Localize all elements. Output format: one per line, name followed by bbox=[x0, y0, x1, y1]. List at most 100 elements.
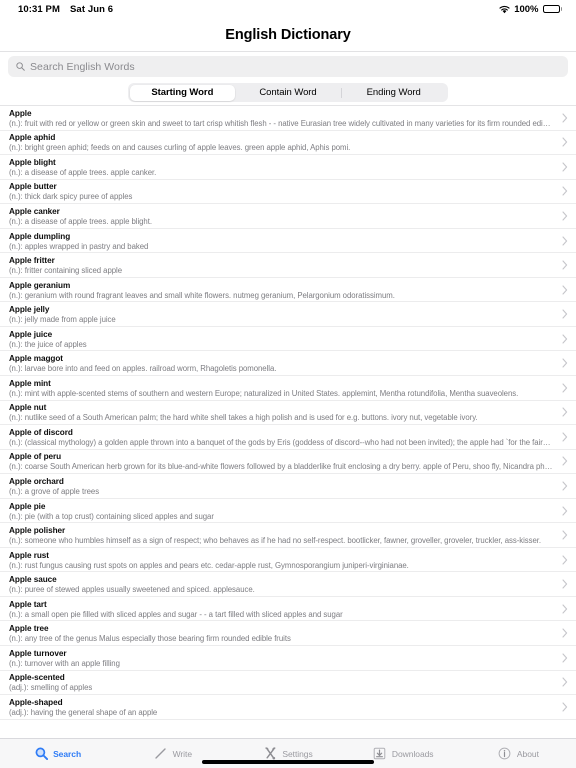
chevron-right-icon[interactable] bbox=[562, 309, 568, 319]
entry-definition: (n.): a disease of apple trees. apple bl… bbox=[9, 216, 152, 226]
entry-definition: (n.): mint with apple-scented stems of s… bbox=[9, 388, 519, 398]
chevron-right-icon[interactable] bbox=[562, 285, 568, 295]
info-circle-icon bbox=[498, 747, 512, 761]
entry-word: Apple geranium bbox=[9, 280, 71, 290]
chevron-right-icon[interactable] bbox=[562, 358, 568, 368]
chevron-right-icon[interactable] bbox=[562, 211, 568, 221]
word-list[interactable]: Apple (n.): fruit with red or yellow or g… bbox=[0, 106, 576, 738]
chevron-right-icon[interactable] bbox=[562, 579, 568, 589]
chevron-right-icon[interactable] bbox=[562, 677, 568, 687]
tab-about[interactable]: About bbox=[461, 739, 576, 768]
entry-definition: (n.): bright green aphid; feeds on and c… bbox=[9, 143, 351, 153]
chevron-right-icon[interactable] bbox=[562, 530, 568, 540]
chevron-right-icon[interactable] bbox=[562, 334, 568, 344]
segment-ending-word[interactable]: Ending Word bbox=[340, 85, 447, 101]
chevron-right-icon[interactable] bbox=[562, 604, 568, 614]
entry-word: Apple butter bbox=[9, 182, 57, 192]
entry-definition: (n.): coarse South American herb grown f… bbox=[9, 462, 554, 472]
status-bar-left: 10:31 PM Sat Jun 6 bbox=[18, 4, 113, 15]
chevron-right-icon[interactable] bbox=[562, 162, 568, 172]
entry-definition: (n.): a small open pie filled with slice… bbox=[9, 609, 343, 619]
chevron-right-icon[interactable] bbox=[562, 383, 568, 393]
entry-word: Apple polisher bbox=[9, 526, 66, 536]
chevron-right-icon[interactable] bbox=[562, 481, 568, 491]
segment-contain-word[interactable]: Contain Word bbox=[235, 85, 341, 101]
list-item[interactable]: Apple sauce (n.): puree of stewed apples … bbox=[0, 572, 576, 597]
segment-starting-word[interactable]: Starting Word bbox=[129, 84, 236, 101]
list-item[interactable]: Apple polisher (n.): someone who humbles … bbox=[0, 523, 576, 548]
tab-search[interactable]: Search bbox=[0, 739, 115, 768]
chevron-right-icon[interactable] bbox=[562, 702, 568, 712]
entry-definition: (n.): apples wrapped in pastry and baked bbox=[9, 241, 149, 251]
list-item[interactable]: Apple butter (n.): thick dark spicy puree… bbox=[0, 179, 576, 205]
search-input[interactable]: Search English Words bbox=[8, 56, 568, 77]
tab-label-search: Search bbox=[53, 748, 82, 759]
list-item[interactable]: Apple juice (n.): the juice of apples bbox=[0, 326, 576, 352]
list-item[interactable]: Apple fritter (n.): fritter containing sl… bbox=[0, 253, 576, 278]
list-item[interactable]: Apple orchard (n.): a grove of apple tree… bbox=[0, 474, 576, 499]
entry-definition: (n.): thick dark spicy puree of apples bbox=[9, 192, 133, 202]
chevron-right-icon[interactable] bbox=[562, 186, 568, 196]
list-item[interactable]: Apple-scented (adj.): smelling of apples bbox=[0, 670, 576, 696]
app-root: 10:31 PM Sat Jun 6 100% English Dictiona… bbox=[0, 0, 576, 768]
list-item[interactable]: Apple-shaped (adj.): having the general s… bbox=[0, 695, 576, 720]
entry-word: Apple blight bbox=[9, 157, 56, 167]
tab-label-write: Write bbox=[172, 748, 193, 759]
entry-word: Apple nut bbox=[9, 403, 47, 413]
chevron-right-icon[interactable] bbox=[562, 235, 568, 246]
chevron-right-icon[interactable] bbox=[562, 407, 568, 417]
entry-definition: (adj.): smelling of apples bbox=[9, 683, 93, 693]
entry-definition: (n.): rust fungus causing rust spots on … bbox=[9, 560, 409, 570]
chevron-right-icon[interactable] bbox=[562, 137, 568, 147]
list-item[interactable]: Apple mint (n.): mint with apple-scented … bbox=[0, 376, 576, 401]
list-item[interactable]: Apple dumpling (n.): apples wrapped in pa… bbox=[0, 228, 576, 254]
list-item[interactable]: Apple rust (n.): rust fungus causing rust… bbox=[0, 547, 576, 573]
entry-definition: (n.): pie (with a top crust) containing … bbox=[9, 511, 214, 521]
entry-definition: (n.): fritter containing sliced apple bbox=[9, 266, 122, 276]
search-mode-segmented-control[interactable]: Starting Word Contain Word Ending Word bbox=[128, 83, 448, 102]
list-item[interactable]: Apple tart (n.): a small open pie filled … bbox=[0, 596, 576, 622]
list-item[interactable]: Apple aphid (n.): bright green aphid; fee… bbox=[0, 130, 576, 156]
chevron-right-icon[interactable] bbox=[562, 505, 568, 516]
entry-word: Apple sauce bbox=[9, 575, 57, 585]
list-item[interactable]: Apple (n.): fruit with red or yellow or g… bbox=[0, 106, 576, 131]
search-bar-container: Search English Words bbox=[0, 52, 576, 80]
status-time: 10:31 PM bbox=[18, 3, 60, 15]
list-item[interactable]: Apple blight (n.): a disease of apple tre… bbox=[0, 155, 576, 180]
chevron-right-icon[interactable] bbox=[562, 555, 568, 565]
entry-word: Apple canker bbox=[9, 206, 60, 216]
chevron-right-icon[interactable] bbox=[562, 260, 568, 270]
entry-word: Apple rust bbox=[9, 550, 49, 560]
entry-definition: (adj.): having the general shape of an a… bbox=[9, 707, 158, 717]
search-icon bbox=[16, 62, 25, 71]
entry-definition: (n.): turnover with an apple filling bbox=[9, 658, 120, 668]
list-item[interactable]: Apple tree (n.): any tree of the genus Ma… bbox=[0, 621, 576, 647]
battery-full-icon bbox=[542, 4, 562, 14]
list-item[interactable]: Apple turnover (n.): turnover with an app… bbox=[0, 646, 576, 671]
tab-label-downloads: Downloads bbox=[391, 748, 434, 759]
list-item[interactable]: Apple pie (n.): pie (with a top crust) co… bbox=[0, 498, 576, 524]
list-item[interactable]: Apple canker (n.): a disease of apple tre… bbox=[0, 204, 576, 229]
page-title: English Dictionary bbox=[225, 26, 351, 43]
entry-word: Apple jelly bbox=[9, 305, 50, 315]
chevron-right-icon[interactable] bbox=[562, 432, 568, 442]
list-item[interactable]: Apple geranium (n.): geranium with round … bbox=[0, 277, 576, 303]
list-item[interactable]: Apple of peru (n.): coarse South American… bbox=[0, 449, 576, 475]
entry-word: Apple tree bbox=[9, 624, 49, 634]
segmented-control-container: Starting Word Contain Word Ending Word bbox=[0, 80, 576, 106]
entry-definition: (n.): geranium with round fragrant leave… bbox=[9, 290, 395, 300]
chevron-right-icon[interactable] bbox=[562, 628, 568, 638]
list-item[interactable]: Apple maggot (n.): larvae bore into and f… bbox=[0, 351, 576, 377]
list-item[interactable]: Apple of discord (n.): (classical mytholo… bbox=[0, 425, 576, 450]
list-item[interactable]: Apple jelly (n.): jelly made from apple j… bbox=[0, 302, 576, 327]
entry-word: Apple-shaped bbox=[9, 697, 63, 707]
entry-word: Apple maggot bbox=[9, 354, 63, 364]
entry-definition: (n.): fruit with red or yellow or green … bbox=[9, 118, 554, 128]
chevron-right-icon[interactable] bbox=[562, 113, 568, 123]
chevron-right-icon[interactable] bbox=[562, 653, 568, 663]
entry-word: Apple orchard bbox=[9, 476, 64, 486]
chevron-right-icon[interactable] bbox=[562, 456, 568, 466]
home-indicator bbox=[202, 760, 374, 764]
list-item[interactable]: Apple nut (n.): nutlike seed of a South A… bbox=[0, 400, 576, 426]
status-bar-right: 100% bbox=[499, 4, 562, 15]
